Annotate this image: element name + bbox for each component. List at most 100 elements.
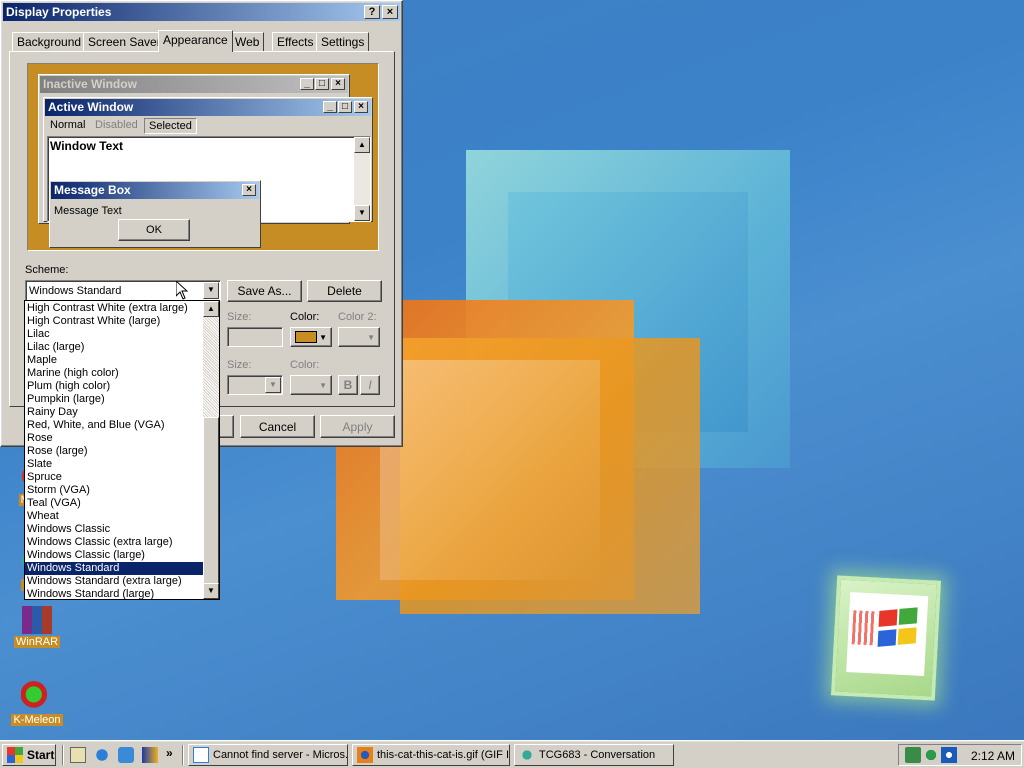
- scheme-option[interactable]: Plum (high color): [25, 380, 205, 393]
- taskbar-divider: [182, 745, 184, 765]
- window-text: Window Text: [50, 139, 123, 153]
- close-button[interactable]: ×: [382, 5, 398, 19]
- scheme-option[interactable]: Windows Standard (large): [25, 588, 205, 599]
- font-color-picker[interactable]: ▼: [290, 375, 332, 395]
- scheme-option[interactable]: Slate: [25, 458, 205, 471]
- scheme-dropdown-list[interactable]: High Contrast White (extra large) High Co…: [24, 300, 220, 600]
- message-box-title-text: Message Box: [54, 183, 131, 197]
- scheme-option[interactable]: Marine (high color): [25, 367, 205, 380]
- item-color-label: Color:: [290, 311, 320, 323]
- title-bar[interactable]: Display Properties ? ×: [3, 3, 400, 21]
- scheme-option[interactable]: Windows Classic (large): [25, 549, 205, 562]
- scheme-option[interactable]: Rose (large): [25, 445, 205, 458]
- scheme-option[interactable]: Teal (VGA): [25, 497, 205, 510]
- preview-inactive-title: Inactive Window _ □ ×: [40, 76, 348, 93]
- scheme-option[interactable]: Red, White, and Blue (VGA): [25, 419, 205, 432]
- tab-screen-saver[interactable]: Screen Saver: [83, 32, 166, 51]
- scheme-option[interactable]: Lilac (large): [25, 341, 205, 354]
- menu-disabled: Disabled: [95, 119, 138, 131]
- scheme-option[interactable]: Rose: [25, 432, 205, 445]
- scroll-track[interactable]: [203, 317, 219, 417]
- item-color2-picker[interactable]: ▼: [338, 327, 380, 347]
- firefox-icon: [357, 747, 373, 763]
- desktop-icon-winrar[interactable]: WinRAR: [2, 606, 72, 648]
- tab-web[interactable]: Web: [230, 32, 265, 51]
- chevron-down-icon[interactable]: ▼: [203, 282, 219, 299]
- scheme-label: Scheme:: [25, 264, 69, 276]
- delete-button[interactable]: Delete: [307, 280, 382, 302]
- ie-page-icon: [193, 747, 209, 763]
- item-color-picker[interactable]: ▼: [290, 327, 332, 347]
- desktop-icon-kmeleon[interactable]: K-Meleon: [2, 680, 72, 726]
- media-player-icon[interactable]: [142, 747, 158, 763]
- tab-background[interactable]: Background: [12, 32, 87, 51]
- scheme-option[interactable]: Windows Standard: [25, 562, 205, 575]
- scheme-option[interactable]: Rainy Day: [25, 406, 205, 419]
- scheme-option[interactable]: Windows Classic (extra large): [25, 536, 205, 549]
- outlook-express-icon[interactable]: [118, 747, 134, 763]
- kmeleon-icon: [21, 680, 53, 712]
- save-as-button[interactable]: Save As...: [227, 280, 302, 302]
- italic-button[interactable]: I: [360, 375, 380, 395]
- scheme-option[interactable]: Storm (VGA): [25, 484, 205, 497]
- minimize-icon: _: [300, 78, 314, 90]
- system-tray: 2:12 AM: [898, 744, 1022, 766]
- active-title-text: Active Window: [48, 100, 134, 114]
- scheme-select[interactable]: Windows Standard ▼: [25, 280, 221, 301]
- internet-explorer-icon[interactable]: [94, 747, 110, 763]
- item-size-spinner[interactable]: [227, 327, 283, 347]
- scroll-thumb[interactable]: [203, 417, 219, 585]
- scheme-option[interactable]: High Contrast White (extra large): [25, 302, 205, 315]
- tab-appearance[interactable]: Appearance: [158, 30, 233, 52]
- preview-ok-button: OK: [118, 219, 190, 241]
- font-size-label: Size:: [227, 359, 252, 371]
- dropdown-scrollbar[interactable]: ▲ ▼: [203, 301, 219, 599]
- scroll-down-icon[interactable]: ▼: [203, 583, 219, 599]
- font-color-label: Color:: [290, 359, 320, 371]
- message-text: Message Text: [54, 205, 122, 217]
- scheme-select-value: Windows Standard: [29, 285, 122, 297]
- buddy-icon[interactable]: [923, 747, 939, 763]
- apply-button[interactable]: Apply: [320, 415, 395, 438]
- help-button[interactable]: ?: [364, 5, 380, 19]
- scheme-option[interactable]: Maple: [25, 354, 205, 367]
- messenger-icon: [519, 747, 535, 763]
- quicklaunch-more-button[interactable]: »: [166, 746, 173, 760]
- color-swatch: [294, 331, 317, 343]
- preview-menu-bar: Normal Disabled Selected: [44, 117, 372, 134]
- task-button-firefox[interactable]: this-cat-this-cat-is.gif (GIF I...: [352, 744, 510, 766]
- window-title: Display Properties: [6, 5, 112, 19]
- scheme-option[interactable]: Lilac: [25, 328, 205, 341]
- scheme-option[interactable]: Pumpkin (large): [25, 393, 205, 406]
- scheme-option[interactable]: Wheat: [25, 510, 205, 523]
- font-size-select[interactable]: ▼: [227, 375, 283, 395]
- close-icon: ×: [354, 101, 368, 113]
- bold-button[interactable]: B: [338, 375, 358, 395]
- tab-effects[interactable]: Effects: [272, 32, 319, 51]
- appearance-preview[interactable]: Inactive Window _ □ × Active Window _ □ …: [27, 63, 379, 251]
- scheme-option[interactable]: Spruce: [25, 471, 205, 484]
- quicklaunch-divider: [62, 745, 64, 765]
- close-icon: ×: [242, 184, 256, 196]
- preview-message-box: Message Box × Message Text OK: [49, 180, 261, 248]
- preview-scrollbar: ▲ ▼: [354, 137, 370, 221]
- scheme-option[interactable]: Windows Classic: [25, 523, 205, 536]
- cancel-button[interactable]: Cancel: [240, 415, 315, 438]
- task-button-conversation[interactable]: TCG683 - Conversation: [514, 744, 674, 766]
- show-desktop-icon[interactable]: [70, 747, 86, 763]
- desktop-icon-label: K-Meleon: [11, 714, 63, 726]
- scheme-option[interactable]: High Contrast White (large): [25, 315, 205, 328]
- scheme-option[interactable]: Windows Standard (extra large): [25, 575, 205, 588]
- scroll-up-icon: ▲: [354, 137, 370, 153]
- volume-icon[interactable]: [941, 747, 957, 763]
- scroll-up-icon[interactable]: ▲: [203, 301, 219, 317]
- tab-settings[interactable]: Settings: [316, 32, 370, 51]
- start-button[interactable]: Start: [2, 744, 56, 766]
- windows-flag-icon: [7, 747, 23, 763]
- wallpaper-glow: [380, 360, 600, 580]
- network-icon[interactable]: [905, 747, 921, 763]
- clock[interactable]: 2:12 AM: [971, 749, 1015, 763]
- message-box-title: Message Box ×: [51, 182, 259, 199]
- task-button-internet-explorer[interactable]: Cannot find server - Micros...: [188, 744, 348, 766]
- menu-normal: Normal: [50, 119, 86, 131]
